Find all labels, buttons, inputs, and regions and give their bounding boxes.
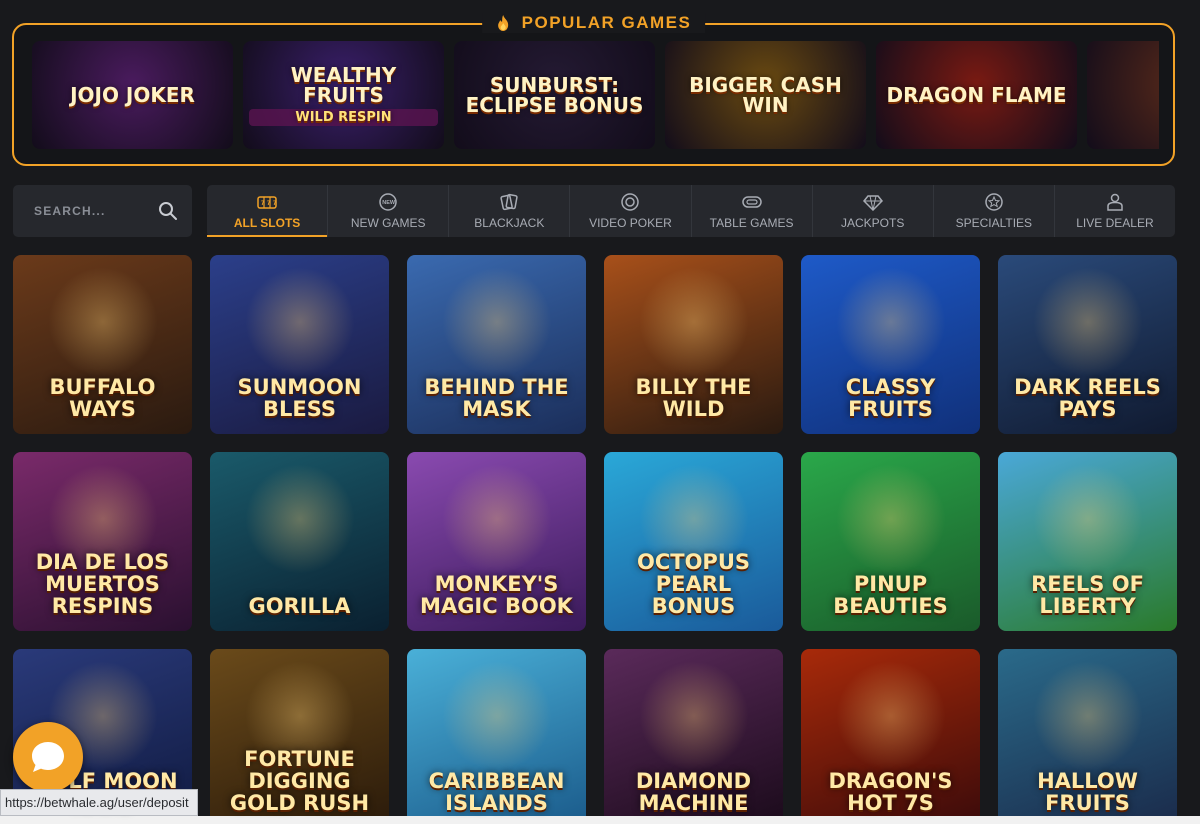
game-artwork [1033,464,1143,574]
game-title: OCTOPUS PEARL BONUS [636,549,750,618]
popular-game-card[interactable]: DRAGON FLAME [876,41,1077,149]
tab-blackjack[interactable]: BLACKJACK [449,185,571,237]
game-artwork [1033,661,1143,771]
game-tile[interactable]: Behind the Mask [407,255,586,434]
game-tile[interactable]: DIAMOND MACHINE [604,649,783,824]
game-title: SUNMOON BLESS [237,374,362,421]
game-tile[interactable]: DARK REELS PAYS [998,255,1177,434]
tab-specialties[interactable]: SPECIALTIES [934,185,1055,237]
search-icon[interactable] [158,201,178,221]
tab-label: LIVE DEALER [1076,215,1154,230]
game-artwork [1033,267,1143,377]
game-artwork [442,464,552,574]
svg-text:NEW: NEW [382,200,396,206]
chat-bubble-icon [32,742,64,772]
game-title: Behind the Mask [424,374,569,421]
popular-game-title: WEALTHY FRUITS WILD RESPIN [249,65,438,126]
popular-game-card[interactable]: PI [1087,41,1159,149]
popular-game-card[interactable]: JOJO JOKER [32,41,233,149]
tab-table-games[interactable]: TABLE GAMES [692,185,813,237]
popular-games-carousel: JOJO JOKER WEALTHY FRUITS WILD RESPIN SUNBU… [32,41,1159,149]
game-tile[interactable]: DIA DE LOS MUERTOS RESPINS [13,452,192,631]
game-title: Pinup Beauties [833,571,948,618]
game-artwork [245,267,355,377]
tab-label: SPECIALTIES [955,215,1033,230]
game-artwork [836,661,946,771]
new-badge-icon: NEW [379,192,397,211]
game-title: FORTUNE DIGGING GOLD RUSH [229,746,370,815]
star-badge-icon [985,192,1003,211]
game-title: HALLOW FRUITS [1037,768,1138,815]
game-tile[interactable]: Caribbean Islands [407,649,586,824]
popular-game-card[interactable]: BIGGER CASH WIN [665,41,866,149]
game-artwork [836,464,946,574]
game-title: DIAMOND MACHINE [635,768,752,815]
tab-live-dealer[interactable]: LIVE DEALER [1055,185,1175,237]
game-title: Classy Fruits [845,374,936,421]
table-icon [741,195,762,208]
popular-game-title: SUNBURST: ECLIPSE BONUS [465,73,644,117]
popular-game-title: BIGGER CASH WIN [689,73,842,117]
popular-game-card[interactable]: WEALTHY FRUITS WILD RESPIN [243,41,444,149]
popular-game-subtitle: WILD RESPIN [249,108,438,126]
slots-icon: 777 [257,195,277,209]
game-title: DRAGON'S HOT 7s [828,768,953,815]
cards-icon [500,193,518,210]
game-tile[interactable]: SUNMOON BLESS [210,255,389,434]
tab-all-slots[interactable]: 7 7 7 ALL SLOTS [207,185,329,237]
game-artwork [442,661,552,771]
popular-game-title: JOJO JOKER [70,83,195,107]
game-title: GORILLA [248,593,351,618]
game-artwork [639,661,749,771]
game-tile[interactable]: MONKEY'S MAGIC BOOK [407,452,586,631]
tab-jackpots[interactable]: JACKPOTS [813,185,934,237]
game-title: BUFFALO WAYS [49,374,156,421]
tab-video-poker[interactable]: VIDEO POKER [570,185,692,237]
game-tile[interactable]: BILLY THE WILD [604,255,783,434]
game-tile[interactable]: Reels of Liberty [998,452,1177,631]
game-title: Caribbean Islands [428,768,565,815]
game-tile[interactable]: Pinup Beauties [801,452,980,631]
game-tile[interactable]: Classy Fruits [801,255,980,434]
game-title: BILLY THE WILD [635,374,752,421]
game-tile[interactable]: GORILLA [210,452,389,631]
game-artwork [639,267,749,377]
game-title: DIA DE LOS MUERTOS RESPINS [35,549,170,618]
game-tile[interactable]: BUFFALO WAYS [13,255,192,434]
tab-label: TABLE GAMES [709,215,794,230]
game-artwork [836,267,946,377]
game-tile[interactable]: HALLOW FRUITS [998,649,1177,824]
tab-new-games[interactable]: NEW NEW GAMES [328,185,450,237]
game-tile[interactable]: OCTOPUS PEARL BONUS [604,452,783,631]
popular-games-title: POPULAR GAMES [521,13,692,32]
games-grid: BUFFALO WAYS SUNMOON BLESS Behind the Mask… [13,255,1177,824]
diamond-icon [862,194,883,211]
tab-label: JACKPOTS [841,215,905,230]
dealer-icon [1107,193,1123,211]
game-title: DARK REELS PAYS [1014,374,1161,421]
tab-label: BLACKJACK [474,215,545,230]
popular-games-panel: POPULAR GAMES JOJO JOKER WEALTHY FRUITS WI… [12,13,1175,166]
popular-games-header: POPULAR GAMES [481,13,706,33]
game-artwork [442,267,552,377]
game-title: MONKEY'S MAGIC BOOK [420,571,573,618]
popular-game-title: DRAGON FLAME [886,83,1067,107]
tab-label: NEW GAMES [350,215,426,230]
game-artwork [48,267,158,377]
live-chat-button[interactable] [13,722,83,792]
game-title: Reels of Liberty [1031,571,1144,618]
category-tabs: 7 7 7 ALL SLOTS NEW NEW GAMES BLACKJACK VIDEO P… [207,185,1175,237]
tab-label: VIDEO POKER [589,215,672,230]
tab-label: ALL SLOTS [233,215,301,230]
fire-icon [497,15,508,31]
search-box[interactable]: SEARCH... [13,185,192,237]
window-bottom-edge [0,816,1200,824]
poker-chip-icon [621,192,640,211]
popular-game-card[interactable]: SUNBURST: ECLIPSE BONUS [454,41,655,149]
link-preview-url: https://betwhale.ag/user/deposit [0,789,198,816]
game-tile[interactable]: DRAGON'S HOT 7s [801,649,980,824]
game-tile[interactable]: FORTUNE DIGGING GOLD RUSH [210,649,389,824]
game-artwork [245,464,355,574]
search-input[interactable]: SEARCH... [34,204,105,218]
